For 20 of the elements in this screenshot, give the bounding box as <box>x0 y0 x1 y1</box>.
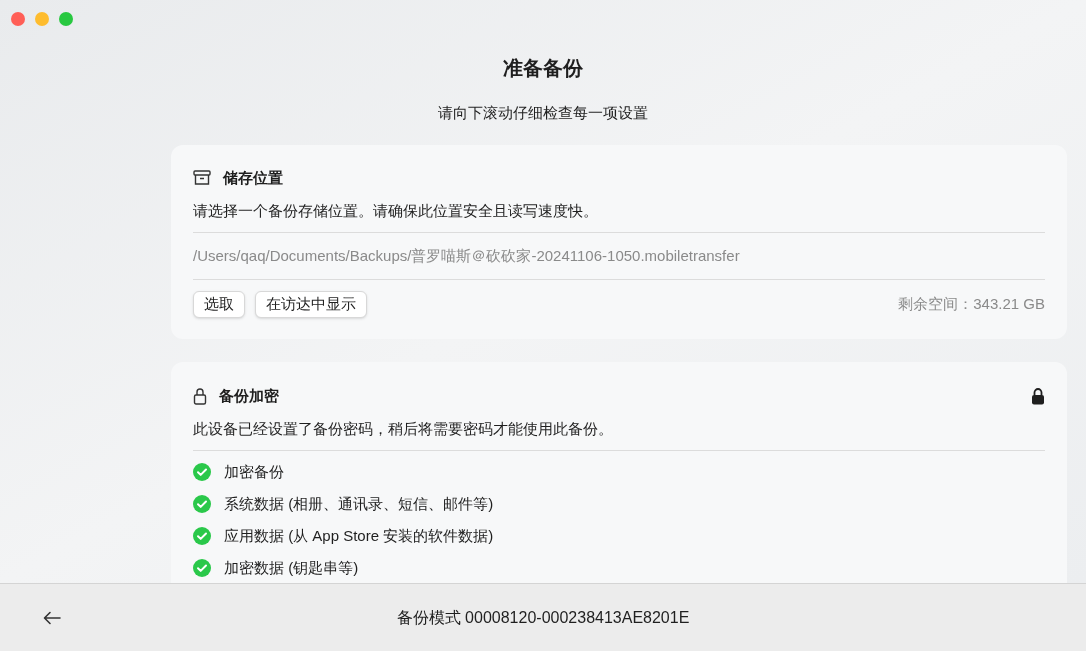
section-description: 此设备已经设置了备份密码，稍后将需要密码才能使用此备份。 <box>193 419 614 439</box>
action-button[interactable]: 在访达中显示 <box>255 291 367 318</box>
feature-label: 加密备份 <box>224 461 284 482</box>
page-subtitle: 请向下滚动仔细检查每一项设置 <box>438 103 648 123</box>
section-description: 请选择一个备份存储位置。请确保此位置安全且读写速度快。 <box>193 201 599 221</box>
free-space-label: 剩余空间：343.21 GB <box>898 294 1045 315</box>
close-button[interactable] <box>11 12 25 26</box>
section-title: 备份加密 <box>219 385 279 406</box>
minimize-button[interactable] <box>35 12 49 26</box>
action-button[interactable]: 选取 <box>193 291 245 318</box>
section-title: 储存位置 <box>223 167 283 188</box>
archive-box-icon <box>193 170 211 186</box>
feature-label: 应用数据 (从 App Store 安装的软件数据) <box>224 525 494 546</box>
backup-mode-label: 备份模式 00008120-000238413AE8201E <box>396 607 690 628</box>
back-arrow-icon[interactable] <box>43 611 61 625</box>
lock-icon <box>193 387 207 405</box>
zoom-button[interactable] <box>59 12 73 26</box>
feature-label: 加密数据 (钥匙串等) <box>224 557 359 578</box>
page-title: 准备备份 <box>503 56 583 81</box>
feature-label: 系统数据 (相册、通讯录、短信、邮件等) <box>224 493 494 514</box>
